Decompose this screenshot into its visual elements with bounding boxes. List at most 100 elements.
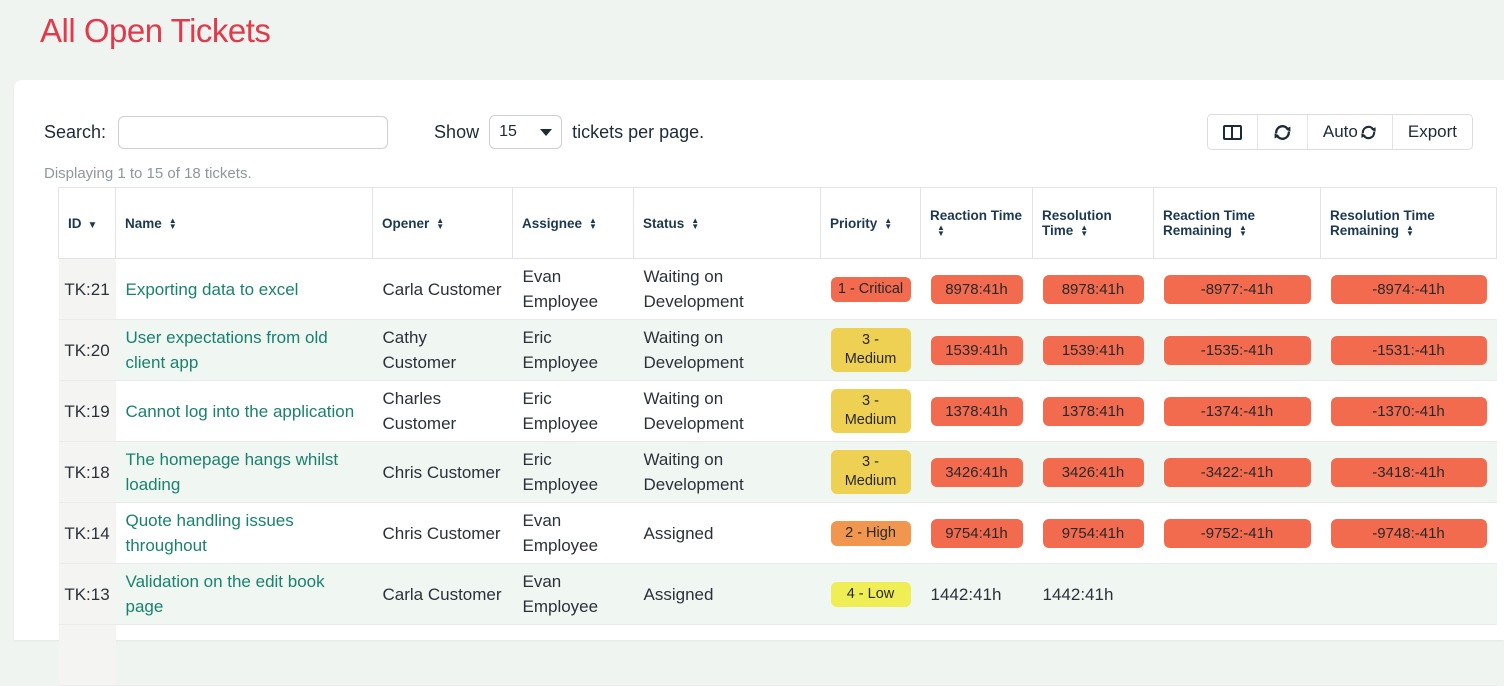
sort-icon[interactable]: ▲▼ bbox=[169, 218, 177, 230]
cell-opener: Carla Customer bbox=[373, 564, 513, 625]
columns-icon bbox=[1223, 125, 1242, 140]
cell-ticket-name: Quote handling issues throughout bbox=[116, 503, 373, 564]
sort-icon[interactable]: ▲▼ bbox=[1239, 225, 1247, 237]
priority-badge: 4 - Low bbox=[831, 582, 911, 607]
sort-icon[interactable]: ▲▼ bbox=[1406, 225, 1414, 237]
cell-priority: 3 - Medium bbox=[821, 381, 921, 442]
time-badge: 9754:41h bbox=[931, 519, 1023, 548]
cell-reaction-time: 1378:41h bbox=[921, 381, 1033, 442]
cell-reaction-time: 1442:41h bbox=[921, 564, 1033, 625]
priority-badge: 2 - High bbox=[831, 521, 911, 546]
ticket-name-link[interactable]: Cannot log into the application bbox=[126, 402, 355, 421]
column-label: ID bbox=[68, 216, 82, 231]
cell-assignee: Evan Employee bbox=[513, 564, 634, 625]
cell-assignee: Evan Employee bbox=[513, 503, 634, 564]
time-badge: -1531:-41h bbox=[1331, 336, 1487, 365]
cell-priority: 3 - Medium bbox=[821, 320, 921, 381]
auto-refresh-button[interactable]: Auto bbox=[1307, 115, 1392, 149]
column-header-reaction-time-remaining[interactable]: Reaction Time Remaining▲▼ bbox=[1154, 188, 1321, 259]
ticket-name-link[interactable]: User expectations from old client app bbox=[126, 328, 328, 372]
cell-ticket-name: Cannot log into the application bbox=[116, 381, 373, 442]
time-badge: 1539:41h bbox=[1043, 336, 1144, 365]
cell-ticket-id: TK:13 bbox=[59, 564, 116, 625]
sort-icon[interactable]: ▲▼ bbox=[1080, 225, 1088, 237]
ticket-name-link[interactable]: Exporting data to excel bbox=[126, 280, 299, 299]
time-badge: 9754:41h bbox=[1043, 519, 1144, 548]
per-page-label: tickets per page. bbox=[572, 122, 704, 143]
column-header-assignee[interactable]: Assignee ▲▼ bbox=[513, 188, 634, 259]
cell-reaction-time: 9754:41h bbox=[921, 503, 1033, 564]
cell-resolution-remaining: -1370:-41h bbox=[1321, 381, 1497, 442]
time-value: 1442:41h bbox=[1043, 585, 1114, 604]
sort-desc-icon[interactable]: ▼ bbox=[88, 220, 98, 231]
refresh-icon bbox=[1360, 124, 1377, 141]
column-header-resolution-time[interactable]: Resolution Time▲▼ bbox=[1033, 188, 1154, 259]
cell-priority: 4 - Low bbox=[821, 564, 921, 625]
sort-icon[interactable]: ▲▼ bbox=[589, 218, 597, 230]
cell-resolution-remaining: -9748:-41h bbox=[1321, 503, 1497, 564]
ticket-name-link[interactable]: Quote handling issues throughout bbox=[126, 511, 294, 555]
column-label: Resolution Time bbox=[1042, 208, 1112, 238]
cell-opener: Carla Customer bbox=[373, 259, 513, 320]
page-size-value: 15 bbox=[499, 123, 517, 141]
cell-opener: Chris Customer bbox=[373, 442, 513, 503]
cell-resolution-time: 1442:41h bbox=[1033, 564, 1154, 625]
cell-assignee: Evan Employee bbox=[513, 259, 634, 320]
time-badge: -9752:-41h bbox=[1164, 519, 1311, 548]
ticket-name-link[interactable]: Validation on the edit book page bbox=[126, 572, 325, 616]
cell-reaction-remaining: -9752:-41h bbox=[1154, 503, 1321, 564]
cell-resolution-remaining: -8974:-41h bbox=[1321, 259, 1497, 320]
time-badge: 8978:41h bbox=[931, 275, 1023, 304]
column-label: Assignee bbox=[522, 216, 582, 231]
column-header-id[interactable]: ID ▼ bbox=[59, 188, 116, 259]
ticket-row: TK:13Validation on the edit book page Car… bbox=[59, 564, 1497, 625]
search-input[interactable] bbox=[118, 116, 388, 149]
cell-resolution-remaining: -3418:-41h bbox=[1321, 442, 1497, 503]
time-badge: 1378:41h bbox=[1043, 397, 1144, 426]
priority-badge: 1 - Critical bbox=[831, 277, 911, 302]
column-header-resolution-time-remaining[interactable]: Resolution Time Remaining▲▼ bbox=[1321, 188, 1497, 259]
cell-reaction-time: 8978:41h bbox=[921, 259, 1033, 320]
cell-resolution-time: 8978:41h bbox=[1033, 259, 1154, 320]
results-summary: Displaying 1 to 15 of 18 tickets. bbox=[44, 165, 1496, 182]
column-label: Status bbox=[643, 216, 684, 231]
search-label: Search: bbox=[44, 122, 106, 143]
column-label: Name bbox=[125, 216, 162, 231]
column-header-name[interactable]: Name ▲▼ bbox=[116, 188, 373, 259]
column-header-priority[interactable]: Priority▲▼ bbox=[821, 188, 921, 259]
cell-status: Waiting on Development bbox=[634, 259, 821, 320]
sort-icon[interactable]: ▲▼ bbox=[436, 218, 444, 230]
cell-ticket-name: User expectations from old client app bbox=[116, 320, 373, 381]
cell-reaction-time: 1539:41h bbox=[921, 320, 1033, 381]
sort-icon[interactable]: ▲▼ bbox=[691, 218, 699, 230]
time-value: 1442:41h bbox=[931, 585, 1002, 604]
cell-opener: Charles Customer bbox=[373, 381, 513, 442]
column-header-opener[interactable]: Opener▲▼ bbox=[373, 188, 513, 259]
export-button[interactable]: Export bbox=[1392, 115, 1472, 149]
tickets-table: ID▼Name▲▼Opener▲▼Assignee▲▼Status▲▼Prior… bbox=[58, 187, 1497, 686]
column-header-status[interactable]: Status ▲▼ bbox=[634, 188, 821, 259]
cell-reaction-remaining: -8977:-41h bbox=[1154, 259, 1321, 320]
refresh-button[interactable] bbox=[1257, 115, 1307, 149]
column-header-reaction-time[interactable]: Reaction Time▲▼ bbox=[921, 188, 1033, 259]
ticket-name-link[interactable]: The homepage hangs whilst loading bbox=[126, 450, 339, 494]
ticket-row: TK:14Quote handling issues throughout Chr… bbox=[59, 503, 1497, 564]
table-body: TK:21Exporting data to excelCarla Custom… bbox=[59, 259, 1497, 686]
refresh-icon bbox=[1273, 123, 1292, 142]
cell-resolution-time: 1378:41h bbox=[1033, 381, 1154, 442]
page-size-select[interactable]: 15 bbox=[489, 115, 562, 149]
cell-ticket-id: TK:14 bbox=[59, 503, 116, 564]
cell-resolution-remaining bbox=[1321, 564, 1497, 625]
ticket-row: TK:18The homepage hangs whilst loadingCh… bbox=[59, 442, 1497, 503]
time-badge: -8977:-41h bbox=[1164, 275, 1311, 304]
column-label: Resolution Time Remaining bbox=[1330, 208, 1435, 238]
toggle-columns-button[interactable] bbox=[1208, 115, 1257, 149]
time-badge: 8978:41h bbox=[1043, 275, 1144, 304]
sort-icon[interactable]: ▲▼ bbox=[937, 225, 945, 237]
cell-reaction-remaining: -1374:-41h bbox=[1154, 381, 1321, 442]
cell-ticket-name: The homepage hangs whilst loading bbox=[116, 442, 373, 503]
sort-icon[interactable]: ▲▼ bbox=[884, 218, 892, 230]
cell-resolution-time: 1539:41h bbox=[1033, 320, 1154, 381]
cell-opener: Chris Customer bbox=[373, 503, 513, 564]
auto-refresh-label: Auto bbox=[1323, 122, 1358, 142]
